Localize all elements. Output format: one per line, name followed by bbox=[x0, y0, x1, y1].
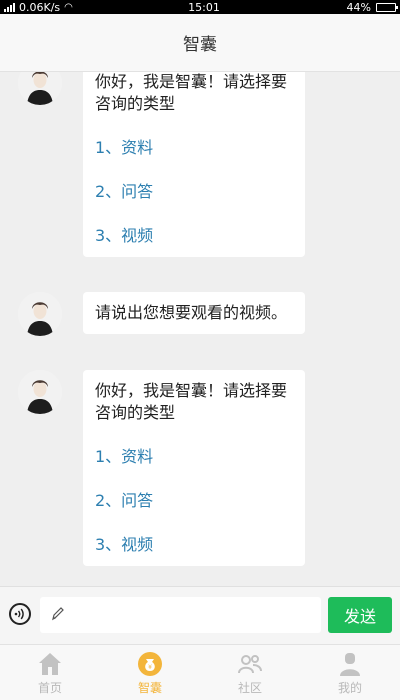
message-bubble: 你好，我是智囊！请选择要咨询的类型 1、资料 2、问答 3、视频 bbox=[83, 61, 305, 257]
tab-community[interactable]: 社区 bbox=[200, 645, 300, 700]
message-bubble: 你好，我是智囊！请选择要咨询的类型 1、资料 2、问答 3、视频 bbox=[83, 370, 305, 566]
chat-area[interactable]: 你好，我是智囊！请选择要咨询的类型 1、资料 2、问答 3、视频 请说出您想要观… bbox=[0, 14, 400, 586]
network-speed: 0.06K/s bbox=[19, 0, 61, 14]
message-text: 你好，我是智囊！请选择要咨询的类型 bbox=[95, 72, 288, 113]
send-button[interactable]: 发送 bbox=[328, 597, 392, 633]
avatar-image bbox=[18, 292, 62, 336]
profile-icon bbox=[340, 653, 360, 676]
tab-label: 首页 bbox=[37, 681, 62, 695]
tab-label: 智囊 bbox=[137, 681, 162, 695]
avatar-image bbox=[18, 370, 62, 414]
voice-icon[interactable] bbox=[9, 603, 31, 625]
battery-percent: 44% bbox=[346, 0, 371, 14]
battery-icon bbox=[376, 2, 398, 12]
page-title: 智囊 bbox=[0, 14, 400, 72]
message-bubble: 请说出您想要观看的视频。 bbox=[83, 292, 305, 334]
tab-wisdom-bag[interactable]: ¥ 智囊 bbox=[100, 645, 200, 700]
tab-home[interactable]: 首页 bbox=[0, 645, 100, 700]
message-text: 请说出您想要观看的视频。 bbox=[95, 303, 288, 322]
avatar bbox=[18, 292, 62, 336]
input-bar: 发送 bbox=[0, 586, 400, 644]
avatar bbox=[18, 370, 62, 414]
community-icon bbox=[238, 655, 262, 674]
option-link[interactable]: 2、问答 bbox=[95, 490, 293, 512]
signal-icon bbox=[4, 2, 15, 12]
option-link[interactable]: 2、问答 bbox=[95, 181, 293, 203]
option-link[interactable]: 1、资料 bbox=[95, 446, 293, 468]
option-link[interactable]: 3、视频 bbox=[95, 534, 293, 556]
home-icon bbox=[39, 653, 61, 675]
pencil-icon bbox=[52, 607, 64, 621]
status-time: 15:01 bbox=[188, 0, 220, 14]
voice-wave-icon bbox=[14, 608, 24, 620]
status-bar: 0.06K/s ◠ 15:01 44% bbox=[0, 0, 400, 14]
status-right: 44% bbox=[246, 0, 398, 14]
message-input[interactable] bbox=[40, 597, 321, 633]
wisdom-bag-icon: ¥ bbox=[138, 652, 162, 676]
option-link[interactable]: 1、资料 bbox=[95, 137, 293, 159]
svg-text:¥: ¥ bbox=[148, 664, 152, 671]
tab-profile[interactable]: 我的 bbox=[300, 645, 400, 700]
option-link[interactable]: 3、视频 bbox=[95, 225, 293, 247]
wifi-icon: ◠ bbox=[64, 1, 73, 13]
tab-label: 我的 bbox=[337, 681, 362, 695]
status-left: 0.06K/s ◠ bbox=[4, 1, 154, 14]
tab-label: 社区 bbox=[237, 681, 262, 695]
message-text: 你好，我是智囊！请选择要咨询的类型 bbox=[95, 381, 288, 422]
tab-bar: 首页 ¥ 智囊 社区 我的 bbox=[0, 644, 400, 700]
